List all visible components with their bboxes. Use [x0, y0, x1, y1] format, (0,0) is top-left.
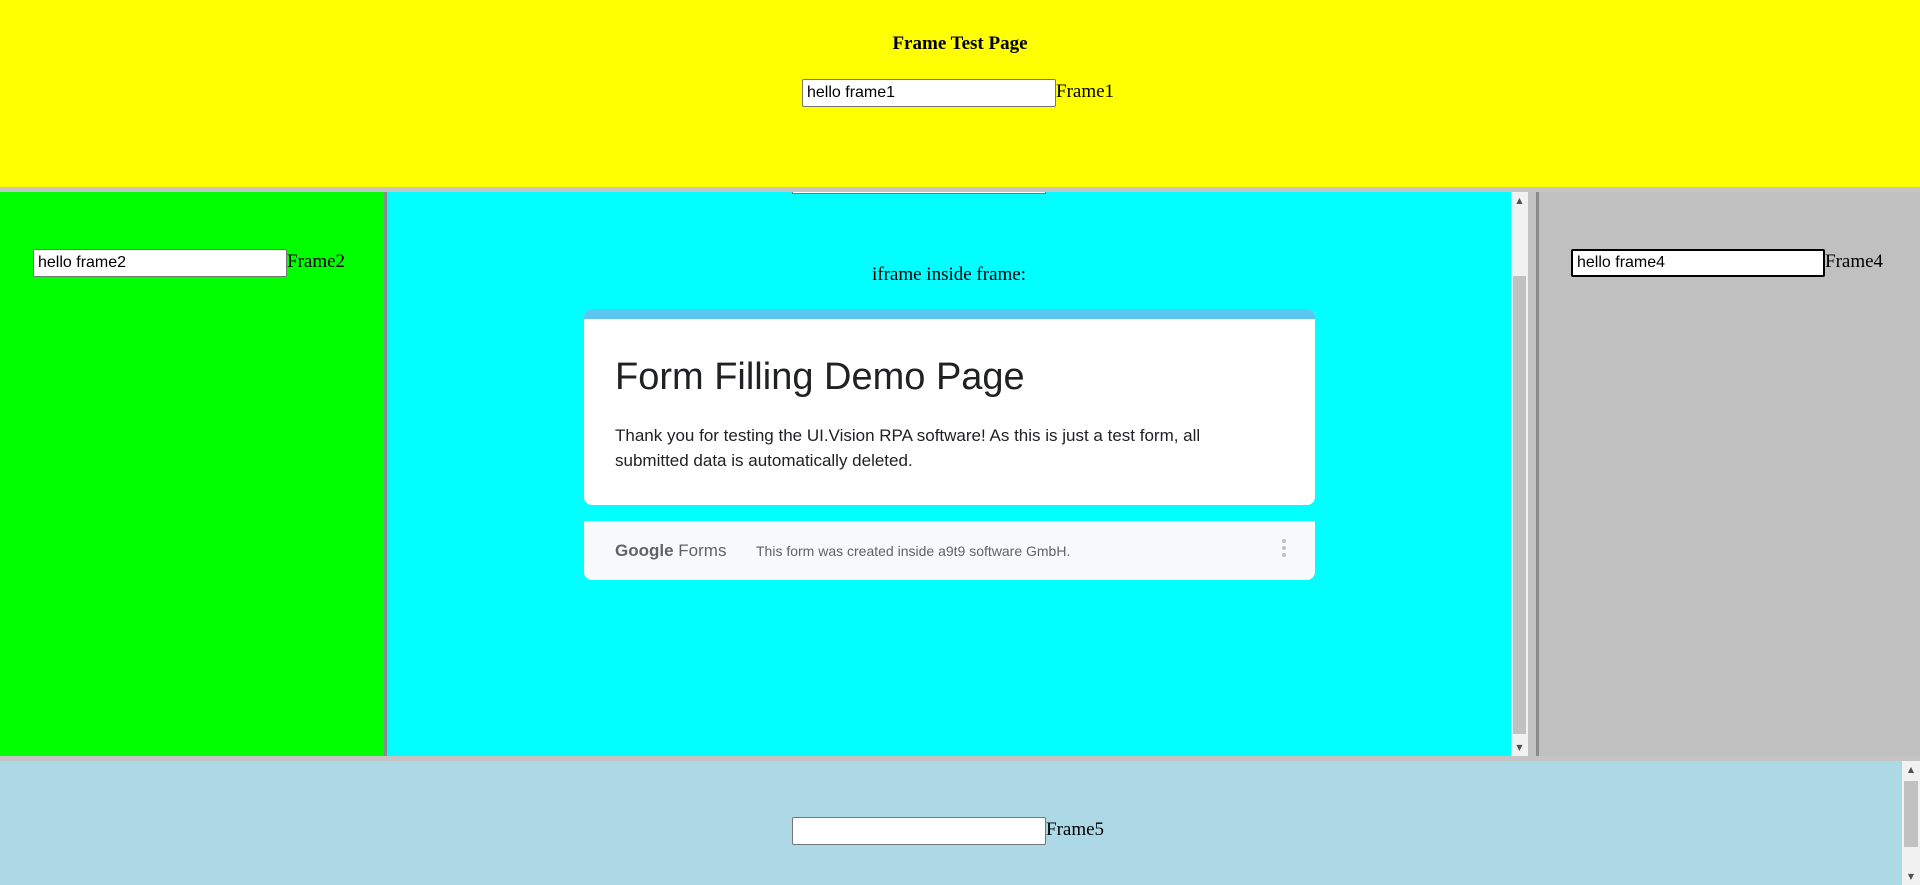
form-accent-bar: [584, 309, 1315, 319]
frame5-input[interactable]: [792, 817, 1046, 845]
page-title: Frame Test Page: [892, 33, 1028, 54]
scrollbar-thumb[interactable]: [1904, 781, 1918, 847]
frame2: Frame2: [0, 192, 384, 756]
form-description: Thank you for testing the UI.Vision RPA …: [615, 426, 1201, 470]
form-footer-note: This form was created inside a9t9 softwa…: [756, 543, 1071, 559]
frame2-input[interactable]: [33, 249, 287, 277]
frame3: iframe inside frame: Form Filling Demo P…: [387, 192, 1511, 756]
iframe-caption: iframe inside frame:: [871, 264, 1027, 285]
frame4-input[interactable]: [1571, 249, 1825, 277]
frame4-label: Frame4: [1825, 251, 1884, 272]
scroll-down-arrow-icon[interactable]: ▼: [1511, 739, 1528, 756]
scroll-up-arrow-icon[interactable]: ▲: [1511, 192, 1528, 209]
google-form-card: Form Filling Demo Page Thank you for tes…: [584, 309, 1315, 505]
google-logo-text: Google: [615, 541, 674, 560]
frame4: Frame4: [1539, 192, 1920, 756]
google-form-footer: Google Forms This form was created insid…: [584, 521, 1315, 580]
frame5-label: Frame5: [1046, 819, 1105, 840]
frame5: Frame5: [0, 761, 1920, 885]
scroll-up-arrow-icon[interactable]: ▲: [1902, 761, 1920, 778]
frame3-partial-input[interactable]: [792, 192, 1046, 194]
frame2-label: Frame2: [287, 251, 346, 272]
forms-logo-text: Forms: [678, 541, 727, 560]
google-forms-logo[interactable]: Google Forms: [615, 541, 726, 561]
scrollbar-thumb[interactable]: [1513, 276, 1526, 734]
frame1-label: Frame1: [1056, 81, 1115, 102]
more-vert-icon[interactable]: [1281, 539, 1287, 561]
frame1-input[interactable]: [802, 79, 1056, 107]
frame1: Frame Test Page Frame1: [0, 0, 1920, 187]
frame5-scrollbar[interactable]: ▲ ▼: [1902, 761, 1920, 885]
scroll-down-arrow-icon[interactable]: ▼: [1902, 868, 1920, 885]
form-title: Form Filling Demo Page: [615, 356, 1025, 398]
frame3-scrollbar[interactable]: ▲ ▼: [1511, 192, 1528, 756]
